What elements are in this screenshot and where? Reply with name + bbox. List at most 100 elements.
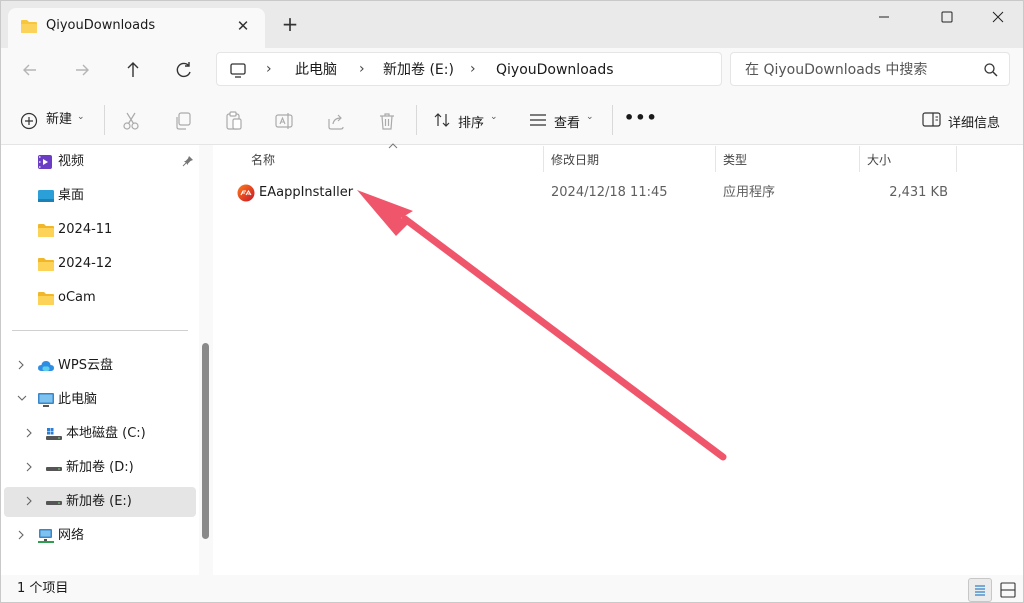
maximize-button[interactable] bbox=[929, 6, 965, 28]
view-icon bbox=[528, 110, 548, 130]
plus-circle-icon bbox=[20, 112, 38, 130]
cut-icon[interactable] bbox=[120, 110, 142, 132]
sidebar-item-label: 2024-11 bbox=[58, 222, 113, 237]
refresh-button[interactable] bbox=[168, 55, 200, 85]
chevron-down-icon: ⌄ bbox=[77, 112, 85, 122]
large-icons-view-button[interactable] bbox=[996, 578, 1020, 602]
folder-icon bbox=[37, 256, 55, 272]
chevron-right-icon[interactable] bbox=[24, 461, 34, 473]
file-list-pane bbox=[216, 145, 1024, 575]
tab-qiyoudownloads[interactable]: QiyouDownloads ✕ bbox=[8, 8, 265, 48]
tab-title: QiyouDownloads bbox=[46, 18, 156, 33]
cloud-icon bbox=[37, 358, 55, 374]
minimize-button[interactable] bbox=[866, 6, 902, 28]
toolbar-divider bbox=[104, 105, 105, 135]
up-button[interactable] bbox=[117, 55, 149, 85]
column-header-type[interactable]: 类型 bbox=[723, 145, 853, 175]
chevron-right-icon[interactable] bbox=[24, 495, 34, 507]
breadcrumb-qiyoudownloads[interactable]: QiyouDownloads bbox=[496, 61, 614, 79]
breadcrumb-separator[interactable]: › bbox=[266, 61, 272, 77]
computer-icon bbox=[229, 61, 247, 79]
sort-button[interactable]: 排序 ⌄ bbox=[428, 106, 508, 134]
chevron-down-icon: ⌄ bbox=[490, 112, 498, 122]
system-drive-icon bbox=[45, 426, 63, 442]
new-label: 新建 bbox=[46, 112, 73, 127]
search-icon[interactable] bbox=[983, 62, 999, 78]
close-tab-button[interactable]: ✕ bbox=[232, 15, 254, 37]
column-divider[interactable] bbox=[859, 146, 860, 172]
forward-button[interactable] bbox=[66, 55, 98, 85]
sort-label: 排序 bbox=[458, 116, 485, 131]
close-window-button[interactable] bbox=[980, 6, 1016, 28]
sidebar-item-wps-cloud[interactable]: WPS云盘 bbox=[4, 351, 196, 381]
sidebar-item-2024-11[interactable]: 2024-11 bbox=[4, 215, 196, 245]
file-size: 2,431 KB bbox=[889, 185, 948, 200]
details-pane-button[interactable]: 详细信息 bbox=[918, 106, 1010, 134]
drive-icon bbox=[45, 460, 63, 476]
sort-ascending-icon bbox=[388, 142, 398, 150]
more-options-button[interactable]: ••• bbox=[624, 108, 657, 132]
sidebar-item-drive-c[interactable]: 本地磁盘 (C:) bbox=[4, 419, 196, 449]
details-view-button[interactable] bbox=[968, 578, 992, 602]
chevron-right-icon[interactable] bbox=[16, 529, 26, 541]
drive-icon bbox=[45, 494, 63, 510]
search-input[interactable]: 在 QiyouDownloads 中搜索 bbox=[730, 52, 1010, 86]
view-label: 查看 bbox=[554, 116, 581, 131]
details-label: 详细信息 bbox=[948, 116, 1001, 131]
chevron-down-icon[interactable] bbox=[16, 393, 28, 403]
folder-icon bbox=[37, 222, 55, 238]
chevron-right-icon[interactable] bbox=[24, 427, 34, 439]
desktop-folder-icon bbox=[37, 188, 55, 204]
sidebar-item-network[interactable]: 网络 bbox=[4, 521, 196, 551]
video-folder-icon bbox=[37, 154, 53, 170]
breadcrumb-separator[interactable]: › bbox=[359, 61, 365, 77]
column-header-date[interactable]: 修改日期 bbox=[551, 145, 711, 175]
paste-icon[interactable] bbox=[223, 110, 245, 132]
breadcrumb-drive-e[interactable]: 新加卷 (E:) bbox=[383, 61, 454, 79]
copy-icon[interactable] bbox=[172, 110, 194, 132]
column-divider[interactable] bbox=[956, 146, 957, 172]
share-icon[interactable] bbox=[325, 110, 347, 132]
details-pane-icon bbox=[922, 111, 942, 129]
breadcrumb-separator[interactable]: › bbox=[470, 61, 476, 77]
column-header-size[interactable]: 大小 bbox=[867, 145, 952, 175]
sort-icon bbox=[432, 110, 452, 130]
back-button[interactable] bbox=[14, 55, 46, 85]
item-count: 1 个项目 bbox=[17, 581, 69, 596]
sidebar-item-2024-12[interactable]: 2024-12 bbox=[4, 249, 196, 279]
file-modified-date: 2024/12/18 11:45 bbox=[551, 185, 668, 200]
sidebar-item-ocam[interactable]: oCam bbox=[4, 283, 196, 313]
column-divider[interactable] bbox=[543, 146, 544, 172]
sidebar-item-drive-d[interactable]: 新加卷 (D:) bbox=[4, 453, 196, 483]
sidebar-item-label: oCam bbox=[58, 290, 96, 305]
sidebar-item-desktop[interactable]: 桌面 bbox=[4, 181, 196, 211]
ea-app-icon bbox=[237, 184, 255, 202]
sidebar-item-drive-e[interactable]: 新加卷 (E:) bbox=[4, 487, 196, 517]
nav-divider bbox=[12, 330, 188, 331]
sidebar-item-label: 视频 bbox=[58, 154, 85, 169]
toolbar-divider bbox=[416, 105, 417, 135]
view-button[interactable]: 查看 ⌄ bbox=[524, 106, 604, 134]
sidebar-item-videos[interactable]: 视频 bbox=[4, 147, 196, 177]
sidebar-item-label: 网络 bbox=[58, 528, 85, 543]
sidebar-item-this-pc[interactable]: 此电脑 bbox=[4, 385, 196, 415]
column-divider[interactable] bbox=[715, 146, 716, 172]
breadcrumb-this-pc[interactable]: 此电脑 bbox=[295, 61, 337, 79]
rename-icon[interactable] bbox=[274, 110, 296, 132]
chevron-right-icon[interactable] bbox=[16, 359, 26, 371]
sidebar-item-label: 桌面 bbox=[58, 188, 85, 203]
sidebar-item-label: 新加卷 (D:) bbox=[66, 460, 134, 475]
new-button[interactable]: 新建 ⌄ bbox=[14, 106, 94, 134]
status-bar: 1 个项目 bbox=[0, 575, 1024, 603]
sidebar-item-label: 此电脑 bbox=[58, 392, 98, 407]
sidebar-item-label: WPS云盘 bbox=[58, 358, 113, 373]
pin-icon[interactable] bbox=[182, 155, 194, 167]
address-bar[interactable]: › 此电脑 › 新加卷 (E:) › QiyouDownloads bbox=[216, 52, 722, 86]
delete-icon[interactable] bbox=[376, 110, 398, 132]
new-tab-button[interactable]: + bbox=[277, 12, 303, 38]
folder-icon bbox=[37, 290, 55, 306]
sidebar-item-label: 2024-12 bbox=[58, 256, 113, 271]
file-row[interactable]: EAappInstaller 2024/12/18 11:45 应用程序 2,4… bbox=[228, 178, 956, 208]
file-type: 应用程序 bbox=[723, 185, 776, 200]
nav-scrollbar-thumb[interactable] bbox=[202, 343, 209, 539]
